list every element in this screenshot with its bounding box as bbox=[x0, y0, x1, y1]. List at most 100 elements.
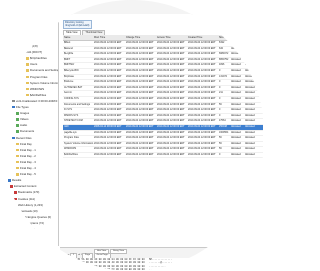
table-cell: 2010-09-04 12:00:00 EDT bbox=[188, 130, 216, 134]
table-cell: 2010-09-04 12:00:00 EDT bbox=[157, 63, 185, 67]
tree-item[interactable]: Web History (1,233) bbox=[14, 203, 43, 207]
table-cell: Allocated bbox=[245, 57, 255, 61]
table-cell: 2010-09-04 12:00:00 EDT bbox=[126, 63, 154, 67]
tree-item[interactable]: Install Programs (72) bbox=[14, 221, 44, 225]
table-cell: Allocated bbox=[231, 52, 241, 56]
tree-item-label: Keyword Hits bbox=[24, 233, 41, 238]
table-cell: Allocated bbox=[231, 152, 241, 156]
table-cell: 2010-09-04 12:00:00 EDT bbox=[126, 141, 154, 145]
table-cell: 2010-09-04 12:00:00 EDT bbox=[126, 102, 154, 106]
column-header-flags-dir[interactable]: Flags(Dir) bbox=[231, 35, 245, 40]
tree-item[interactable]: Vol1 [ROOT] bbox=[22, 50, 42, 54]
table-cell: Allocated bbox=[245, 124, 255, 128]
column-header-created-time[interactable]: Created Time bbox=[188, 35, 219, 40]
table-cell: Allocated bbox=[245, 96, 255, 100]
table-cell: 8650752 bbox=[219, 57, 229, 61]
tab-string-view[interactable]: String View bbox=[110, 249, 128, 254]
tree-item[interactable]: Documents bbox=[16, 129, 34, 133]
tree-item[interactable]: $OrphanFiles bbox=[26, 56, 47, 60]
tree-item-label: Final Day - 3 bbox=[20, 159, 36, 164]
tree-item-label: $AttrDefFiles bbox=[30, 92, 47, 97]
tree-item[interactable]: Downloads (10) bbox=[14, 209, 38, 213]
column-header-access-time[interactable]: Access Time bbox=[157, 35, 188, 40]
tree-item[interactable]: Final Day - 3 bbox=[16, 160, 36, 164]
tree-item[interactable]: WINDOWS bbox=[26, 87, 44, 91]
column-header-size[interactable]: Size bbox=[219, 35, 231, 40]
tree-item[interactable]: Users bbox=[26, 62, 37, 66]
tree-item[interactable]: Final Day - 4 bbox=[16, 166, 36, 170]
table-cell: 2010-09-04 12:00:00 EDT bbox=[188, 57, 216, 61]
tree-item-label: Web History (1,233) bbox=[18, 202, 43, 207]
table-cell: 2010-09-04 12:00:00 EDT bbox=[188, 102, 216, 106]
gear-icon[interactable] bbox=[195, 5, 201, 11]
table-cell: CONFIG.SYS bbox=[64, 96, 79, 100]
table-row[interactable]: $AttrDefFiles 2010-09-04 12:00:00 EDT 2010… bbox=[63, 153, 263, 159]
tree-item[interactable]: All (3,8) bbox=[24, 44, 38, 48]
tree-item[interactable]: Images bbox=[16, 111, 29, 115]
tree-item[interactable]: Keyword Hits bbox=[20, 233, 40, 237]
table-cell: Allocated bbox=[231, 57, 241, 61]
tree-item[interactable]: Final Day bbox=[16, 142, 32, 146]
menu-icon[interactable] bbox=[205, 5, 213, 11]
tree-item[interactable]: Results bbox=[8, 178, 21, 182]
tree-item[interactable]: Recent Files bbox=[12, 136, 32, 140]
column-header-mod-time[interactable]: Mod. Time bbox=[94, 35, 126, 40]
table-cell: 2010-09-04 12:00:00 EDT bbox=[94, 130, 122, 134]
tree-item[interactable]: Attached (5) bbox=[16, 227, 35, 231]
table-cell: $Volume bbox=[64, 80, 74, 84]
column-header-change-time[interactable]: Change Time bbox=[126, 35, 157, 40]
table-cell: 2010-09-04 12:00:00 EDT bbox=[188, 85, 216, 89]
tree-item-label: Extracted Content bbox=[14, 184, 37, 189]
table-cell: Allocated bbox=[245, 91, 255, 95]
table-cell: 2010-09-04 12:00:00 EDT bbox=[94, 147, 122, 151]
table-cell: 2010-09-04 12:00:00 EDT bbox=[94, 41, 122, 44]
table-cell: 2010-09-04 12:00:00 EDT bbox=[126, 80, 154, 84]
table-cell: 2010-09-04 12:00:00 EDT bbox=[188, 46, 216, 50]
column-header-name[interactable]: Name bbox=[64, 35, 94, 40]
table-cell: Allocated bbox=[245, 136, 255, 140]
tree-item-label: Documents and Settings bbox=[30, 68, 61, 73]
table-cell: 2010-09-04 12:00:00 EDT bbox=[126, 124, 154, 128]
tree-footer: Hashset Hits (0) Hash Hits bbox=[6, 247, 58, 254]
tree-item[interactable]: Final Day - 5 bbox=[16, 172, 36, 176]
table-cell: Allocated bbox=[245, 102, 255, 106]
column-header-flags-meta[interactable]: Flags(Meta) bbox=[245, 35, 261, 40]
table-cell: 0 bbox=[219, 108, 221, 112]
tree-item[interactable]: Extracted Content bbox=[10, 184, 36, 188]
tree-item[interactable]: $AttrDefFiles bbox=[26, 93, 46, 97]
tree-item[interactable]: Final Day - 1 bbox=[16, 148, 36, 152]
table-cell: 2010-09-04 12:00:00 EDT bbox=[94, 136, 122, 140]
table-cell: 2010-09-04 12:00:00 EDT bbox=[157, 91, 185, 95]
warning-icon[interactable] bbox=[185, 6, 191, 11]
tree-item[interactable]: Cookies (111) bbox=[14, 197, 35, 201]
tree-item[interactable]: Hashset Hits (0) bbox=[22, 239, 46, 243]
table-body: $Boot 2010-09-04 12:00:00 EDT 2010-09-04 1… bbox=[63, 41, 263, 159]
table-cell: 2010-09-04 12:00:00 EDT bbox=[126, 46, 154, 50]
table-cell: 2010-09-04 12:00:00 EDT bbox=[126, 119, 154, 123]
table-cell: 2010-09-04 12:00:00 EDT bbox=[94, 152, 122, 156]
table-cell: 0 bbox=[219, 96, 221, 100]
table-cell: 2010-09-04 12:00:00 EDT bbox=[157, 152, 185, 156]
table-cell: 2010-09-04 12:00:00 EDT bbox=[188, 141, 216, 145]
tree-item[interactable]: Search Engine Queries (0) bbox=[14, 215, 51, 219]
node-icon bbox=[14, 191, 17, 194]
tree-item-label: Cookies (111) bbox=[18, 196, 35, 201]
tree-item[interactable]: Final Day - 2 bbox=[16, 154, 36, 158]
table-cell: 2010-09-04 12:00:00 EDT bbox=[157, 96, 185, 100]
table-cell: Allocated bbox=[231, 108, 241, 112]
tree-item[interactable]: File Types bbox=[12, 105, 29, 109]
tree-item[interactable]: Documents and Settings bbox=[26, 68, 60, 72]
table-cell: $LogFile bbox=[64, 52, 74, 56]
folder-icon bbox=[26, 93, 29, 97]
tree-item[interactable]: Videos bbox=[16, 117, 29, 121]
table-cell: 2010-09-04 12:00:00 EDT bbox=[188, 119, 216, 123]
table-cell: 2010-09-04 12:00:00 EDT bbox=[94, 108, 122, 112]
table-cell: 2010-09-04 12:00:00 EDT bbox=[94, 141, 122, 145]
table-cell: 2010-09-04 12:00:00 EDT bbox=[126, 136, 154, 140]
tree-item[interactable]: vol1-Unallocated: 0:00:00-2048:0:0 bbox=[12, 99, 60, 103]
table-cell: Program Files bbox=[64, 136, 79, 140]
tree-item[interactable]: Audio bbox=[16, 123, 27, 127]
file-table: Name Mod. Time Change Time Access Time C… bbox=[63, 35, 263, 159]
tree-item[interactable]: Bookmarks (170) bbox=[14, 190, 39, 194]
tree-item[interactable]: Program Files bbox=[26, 75, 47, 79]
